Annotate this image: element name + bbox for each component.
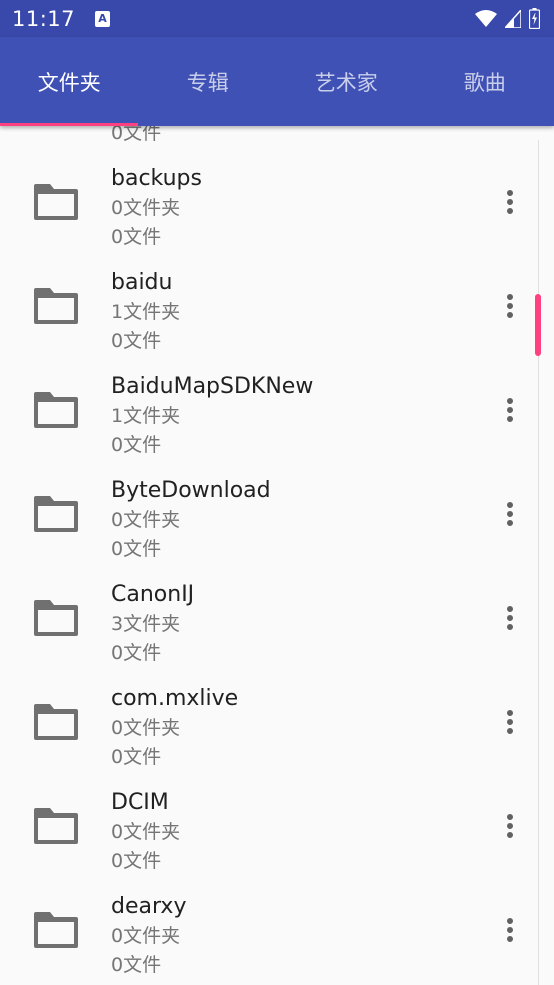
file-count: 0文件 — [111, 642, 162, 664]
folder-texts: ByteDownload 0文件夹 0文件 — [111, 476, 271, 564]
folder-texts: DCIM 0文件夹 0文件 — [111, 788, 180, 876]
folder-icon — [34, 600, 78, 636]
more-options-icon[interactable] — [494, 390, 526, 430]
folder-count: 1文件夹 — [111, 301, 181, 323]
tab-albums[interactable]: 专辑 — [139, 37, 278, 126]
folder-item[interactable]: 2文件夹 0文件 — [0, 126, 554, 150]
folder-name: CanonIJ — [111, 582, 195, 607]
folder-icon — [34, 392, 78, 428]
more-options-icon[interactable] — [494, 702, 526, 742]
folder-count: 0文件夹 — [111, 925, 181, 947]
folder-item[interactable]: com.mxlive 0文件夹 0文件 — [0, 670, 554, 774]
folder-count: 0文件夹 — [111, 821, 181, 843]
more-options-icon[interactable] — [494, 182, 526, 222]
folder-count: 1文件夹 — [111, 405, 181, 427]
folder-name: backups — [111, 166, 202, 191]
folder-count: 0文件夹 — [111, 509, 181, 531]
file-count: 0文件 — [111, 850, 162, 872]
wifi-icon — [475, 9, 497, 27]
folder-name: ByteDownload — [111, 478, 271, 503]
folder-icon — [34, 808, 78, 844]
file-count: 0文件 — [111, 538, 162, 560]
folder-count: 0文件夹 — [111, 197, 181, 219]
scrollbar-track — [538, 140, 539, 985]
folder-item[interactable]: ByteDownload 0文件夹 0文件 — [0, 462, 554, 566]
folder-texts: BaiduMapSDKNew 1文件夹 0文件 — [111, 372, 313, 460]
battery-icon — [529, 8, 540, 29]
folder-texts: 2文件夹 0文件 — [111, 126, 180, 148]
notification-icon: A — [95, 10, 111, 27]
more-options-icon[interactable] — [494, 910, 526, 950]
status-bar: 11:17 A — [0, 0, 554, 37]
file-count: 0文件 — [111, 746, 162, 768]
folder-item[interactable]: baidu 1文件夹 0文件 — [0, 254, 554, 358]
folder-count: 3文件夹 — [111, 613, 181, 635]
more-options-icon[interactable] — [494, 598, 526, 638]
folder-texts: baidu 1文件夹 0文件 — [111, 268, 180, 356]
folder-item[interactable]: BaiduMapSDKNew 1文件夹 0文件 — [0, 358, 554, 462]
file-count: 0文件 — [111, 954, 162, 976]
folder-texts: com.mxlive 0文件夹 0文件 — [111, 684, 238, 772]
folder-item[interactable]: backups 0文件夹 0文件 — [0, 150, 554, 254]
file-count: 0文件 — [111, 226, 162, 248]
more-options-icon[interactable] — [494, 806, 526, 846]
app-screen: 11:17 A 文件夹 专辑 艺术家 歌曲 2文件夹 0文件 backups — [0, 0, 554, 985]
tab-artists[interactable]: 艺术家 — [277, 37, 416, 126]
folder-item[interactable]: CanonIJ 3文件夹 0文件 — [0, 566, 554, 670]
signal-icon — [505, 9, 521, 28]
status-icons — [475, 8, 540, 29]
folder-icon — [34, 704, 78, 740]
folder-name: baidu — [111, 270, 173, 295]
file-count: 0文件 — [111, 330, 162, 352]
more-options-icon[interactable] — [494, 286, 526, 326]
folder-icon — [34, 496, 78, 532]
file-count: 0文件 — [111, 126, 162, 144]
folder-list[interactable]: 2文件夹 0文件 backups 0文件夹 0文件 baidu 1文件夹 0文件… — [0, 126, 554, 985]
folder-item[interactable]: dearxy 0文件夹 0文件 — [0, 878, 554, 982]
file-count: 0文件 — [111, 434, 162, 456]
scrollbar-thumb[interactable] — [535, 294, 541, 356]
folder-name: dearxy — [111, 894, 187, 919]
folder-icon — [34, 912, 78, 948]
folder-texts: dearxy 0文件夹 0文件 — [111, 892, 186, 980]
folder-icon — [34, 288, 78, 324]
folder-name: BaiduMapSDKNew — [111, 374, 314, 399]
tab-bar: 文件夹 专辑 艺术家 歌曲 — [0, 37, 554, 126]
folder-texts: CanonIJ 3文件夹 0文件 — [111, 580, 194, 668]
tab-folders[interactable]: 文件夹 — [0, 37, 139, 126]
status-clock: 11:17 — [12, 6, 76, 31]
folder-name: com.mxlive — [111, 686, 239, 711]
folder-texts: backups 0文件夹 0文件 — [111, 164, 202, 252]
folder-icon — [34, 184, 78, 220]
tab-songs[interactable]: 歌曲 — [416, 37, 554, 126]
tab-indicator — [0, 123, 138, 126]
more-options-icon[interactable] — [494, 494, 526, 534]
folder-name: DCIM — [111, 790, 169, 815]
folder-item[interactable]: DCIM 0文件夹 0文件 — [0, 774, 554, 878]
folder-count: 0文件夹 — [111, 717, 181, 739]
